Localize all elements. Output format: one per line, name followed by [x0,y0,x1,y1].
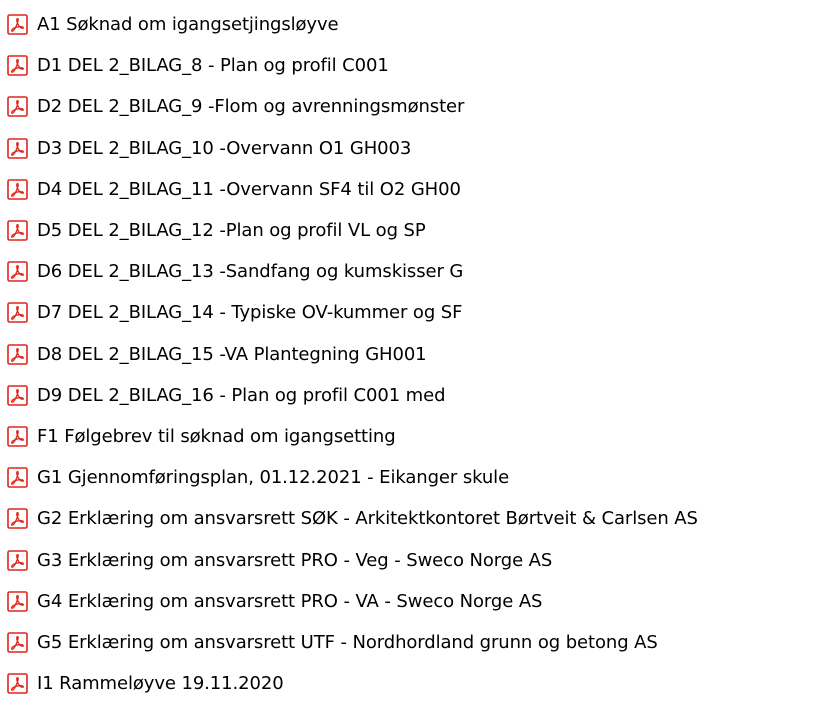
pdf-icon [7,220,28,241]
pdf-icon [7,673,28,694]
file-item[interactable]: G5 Erklæring om ansvarsrett UTF - Nordho… [0,622,821,663]
pdf-icon [7,137,28,159]
file-item[interactable]: G1 Gjennomføringsplan, 01.12.2021 - Eika… [0,457,821,498]
pdf-icon [7,14,28,35]
pdf-icon [7,261,28,283]
file-list: A1 Søknad om igangsetjingsløyve D1 DEL 2… [0,0,821,704]
pdf-icon [7,426,28,447]
file-item[interactable]: G4 Erklæring om ansvarsrett PRO - VA - S… [0,581,821,622]
pdf-icon [7,343,28,365]
file-item[interactable]: D1 DEL 2_BILAG_8 - Plan og profil C001 [0,45,821,86]
file-name: D2 DEL 2_BILAG_9 -Flom og avrenningsmøns… [37,96,465,118]
file-name: G5 Erklæring om ansvarsrett UTF - Nordho… [37,631,658,653]
pdf-icon [7,467,28,488]
file-name: D5 DEL 2_BILAG_12 -Plan og profil VL og … [37,220,426,242]
file-item[interactable]: A1 Søknad om igangsetjingsløyve [0,4,821,45]
file-name: A1 Søknad om igangsetjingsløyve [37,14,339,36]
file-item[interactable]: D2 DEL 2_BILAG_9 -Flom og avrenningsmøns… [0,86,821,127]
file-name: D4 DEL 2_BILAG_11 -Overvann SF4 til O2 G… [37,178,461,200]
file-item[interactable]: D6 DEL 2_BILAG_13 -Sandfang og kumskisse… [0,251,821,292]
file-item[interactable]: I1 Rammeløyve 19.11.2020 [0,663,821,704]
file-item[interactable]: D9 DEL 2_BILAG_16 - Plan og profil C001 … [0,375,821,416]
file-item[interactable]: F1 Følgebrev til søknad om igangsetting [0,416,821,457]
file-item[interactable]: G2 Erklæring om ansvarsrett SØK - Arkite… [0,498,821,539]
file-name: D6 DEL 2_BILAG_13 -Sandfang og kumskisse… [37,261,464,283]
pdf-icon [7,179,28,200]
file-item[interactable]: D7 DEL 2_BILAG_14 - Typiske OV-kummer og… [0,292,821,333]
file-name: G2 Erklæring om ansvarsrett SØK - Arkite… [37,508,698,530]
pdf-icon [7,632,28,653]
file-name: D7 DEL 2_BILAG_14 - Typiske OV-kummer og… [37,302,463,324]
pdf-icon [7,302,28,324]
pdf-icon [7,96,28,118]
file-name: D1 DEL 2_BILAG_8 - Plan og profil C001 [37,55,389,77]
file-name: I1 Rammeløyve 19.11.2020 [37,673,284,695]
pdf-icon [7,549,28,571]
file-name: G4 Erklæring om ansvarsrett PRO - VA - S… [37,590,543,612]
file-item[interactable]: D5 DEL 2_BILAG_12 -Plan og profil VL og … [0,210,821,251]
file-item[interactable]: D4 DEL 2_BILAG_11 -Overvann SF4 til O2 G… [0,169,821,210]
file-name: G1 Gjennomføringsplan, 01.12.2021 - Eika… [37,467,510,489]
file-name: D3 DEL 2_BILAG_10 -Overvann O1 GH003 [37,137,412,159]
pdf-icon [7,590,28,612]
pdf-icon [7,55,28,77]
file-item[interactable]: G3 Erklæring om ansvarsrett PRO - Veg - … [0,539,821,580]
file-name: D9 DEL 2_BILAG_16 - Plan og profil C001 … [37,384,446,406]
file-item[interactable]: D3 DEL 2_BILAG_10 -Overvann O1 GH003 [0,128,821,169]
file-name: D8 DEL 2_BILAG_15 -VA Plantegning GH001 [37,343,427,365]
pdf-icon [7,384,28,406]
file-item[interactable]: D8 DEL 2_BILAG_15 -VA Plantegning GH001 [0,334,821,375]
pdf-icon [7,508,28,530]
file-name: G3 Erklæring om ansvarsrett PRO - Veg - … [37,549,553,571]
file-name: F1 Følgebrev til søknad om igangsetting [37,425,396,447]
